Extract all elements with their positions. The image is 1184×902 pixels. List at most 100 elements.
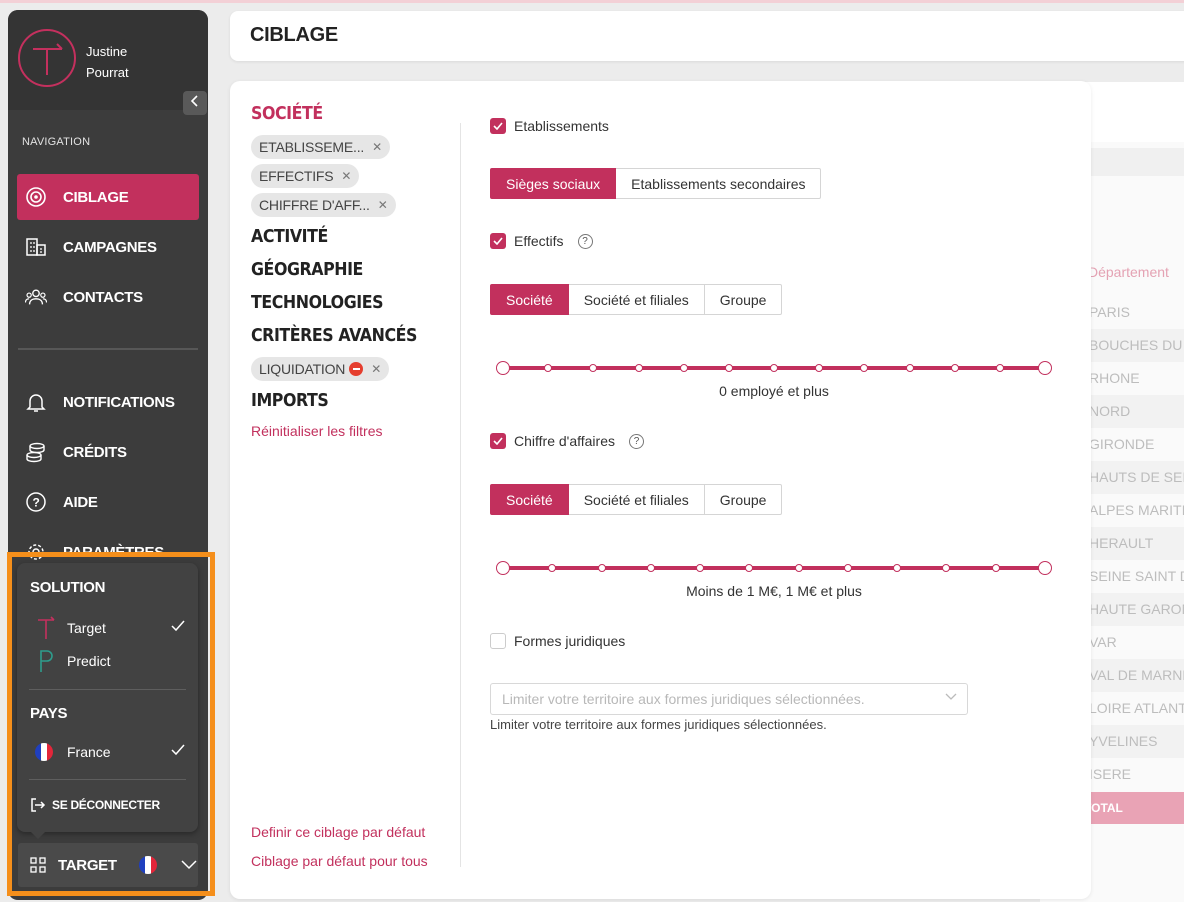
slider-max-handle[interactable] (1038, 361, 1052, 375)
slider-step-dot[interactable] (991, 564, 1000, 572)
user-first-name: Justine (86, 44, 128, 59)
nav-item-campagnes[interactable]: CAMPAGNES (17, 224, 199, 270)
segment-option-groupe[interactable]: Groupe (704, 284, 783, 315)
table-header-departement[interactable]: Département (1088, 264, 1169, 280)
nav-item-credits[interactable]: CRÉDITS (17, 429, 199, 475)
segment-option-societe[interactable]: Société (490, 484, 569, 515)
slider-step-dot[interactable] (597, 564, 606, 572)
slider-step-dot[interactable] (950, 364, 959, 372)
close-icon[interactable]: ✕ (378, 198, 388, 212)
help-icon[interactable]: ? (577, 233, 593, 249)
chip-label: ETABLISSEME... (259, 139, 365, 155)
slider-step-dot[interactable] (724, 364, 733, 372)
filter-section-activite[interactable]: ACTIVITÉ (251, 226, 328, 247)
country-option-france[interactable]: France (35, 740, 185, 764)
close-icon[interactable]: ✕ (341, 169, 351, 183)
effectifs-range-slider[interactable] (496, 360, 1052, 376)
table-row[interactable]: HERAULT (1080, 527, 1184, 560)
slider-step-dot[interactable] (634, 364, 643, 372)
formes-juridiques-checkbox-row[interactable]: Formes juridiques (490, 633, 625, 649)
checkbox-checked[interactable] (490, 233, 506, 249)
table-row[interactable]: BOUCHES DU R (1080, 329, 1184, 362)
filter-chip[interactable]: ETABLISSEME... ✕ (251, 135, 390, 159)
filter-section-societe[interactable]: SOCIÉTÉ (251, 103, 323, 124)
slider-step-dot[interactable] (843, 564, 852, 572)
filter-section-imports[interactable]: IMPORTS (251, 390, 329, 411)
default-for-all-link[interactable]: Ciblage par défaut pour tous (251, 853, 428, 869)
slider-step-dot[interactable] (942, 564, 951, 572)
table-row[interactable]: NORD (1080, 395, 1184, 428)
nav-item-aide[interactable]: ? AIDE (17, 479, 199, 525)
slider-step-dot[interactable] (794, 564, 803, 572)
help-icon[interactable]: ? (629, 433, 644, 449)
table-row[interactable]: ALPES MARITIM (1080, 494, 1184, 527)
slider-step-dot[interactable] (893, 564, 902, 572)
effectifs-checkbox-row[interactable]: Effectifs ? (490, 233, 593, 249)
slider-step-dot[interactable] (905, 364, 914, 372)
solution-option-predict[interactable]: Predict (35, 649, 185, 673)
checkbox-unchecked[interactable] (490, 633, 506, 649)
slider-step-dot[interactable] (995, 364, 1004, 372)
checkbox-checked[interactable] (490, 118, 506, 134)
formes-juridiques-select[interactable]: Limiter votre territoire aux formes juri… (490, 683, 968, 715)
avatar[interactable] (18, 29, 76, 87)
nav-item-contacts[interactable]: CONTACTS (17, 274, 199, 320)
close-icon[interactable]: ✕ (371, 362, 381, 376)
predict-logo-icon (35, 649, 57, 673)
segment-option-secondaires[interactable]: Etablissements secondaires (616, 168, 822, 199)
sidebar-collapse-button[interactable] (183, 91, 207, 115)
table-row[interactable]: HAUTS DE SEIN (1080, 461, 1184, 494)
slider-step-dot[interactable] (770, 364, 778, 372)
france-flag-icon (138, 856, 157, 874)
chiffre-affaires-range-slider[interactable] (496, 560, 1052, 576)
table-row[interactable]: RHONE (1080, 362, 1184, 395)
slider-step-dot[interactable] (860, 364, 869, 372)
slider-min-handle[interactable] (496, 561, 510, 575)
slider-step-dot[interactable] (745, 564, 754, 572)
help-icon: ? (25, 491, 47, 513)
filter-section-criteres-avances[interactable]: CRITÈRES AVANCÉS (251, 325, 417, 346)
slider-step-dot[interactable] (696, 564, 705, 572)
slider-step-dot[interactable] (815, 364, 824, 372)
filter-chip[interactable]: LIQUIDATION ✕ (251, 357, 390, 381)
nav-item-notifications[interactable]: NOTIFICATIONS (17, 379, 199, 425)
segment-option-groupe[interactable]: Groupe (704, 484, 783, 515)
slider-max-handle[interactable] (1038, 561, 1052, 575)
slider-step-dot[interactable] (646, 564, 655, 572)
filter-chip[interactable]: CHIFFRE D'AFF... ✕ (251, 193, 396, 217)
exclude-icon (349, 362, 364, 376)
solution-selector[interactable]: TARGET (18, 843, 198, 887)
filter-section-geographie[interactable]: GÉOGRAPHIE (251, 259, 363, 280)
table-row[interactable]: ISERE (1080, 758, 1184, 791)
table-row[interactable]: VAL DE MARNE (1080, 659, 1184, 692)
solution-option-target[interactable]: Target (35, 616, 185, 640)
reset-filters-link[interactable]: Réinitialiser les filtres (251, 423, 382, 439)
segment-option-societe[interactable]: Société (490, 284, 569, 315)
slider-min-handle[interactable] (496, 361, 510, 375)
chiffre-affaires-checkbox-row[interactable]: Chiffre d'affaires ? (490, 433, 644, 449)
slider-step-dot[interactable] (548, 564, 557, 572)
slider-track[interactable] (502, 566, 1046, 570)
nav-item-ciblage[interactable]: CIBLAGE (17, 174, 199, 220)
table-row[interactable]: HAUTE GARON (1080, 593, 1184, 626)
table-row[interactable]: VAR (1080, 626, 1184, 659)
segment-option-filiales[interactable]: Société et filiales (568, 484, 705, 515)
table-row[interactable]: SEINE SAINT DE (1080, 560, 1184, 593)
filter-chip[interactable]: EFFECTIFS ✕ (251, 164, 360, 188)
segment-option-filiales[interactable]: Société et filiales (568, 284, 705, 315)
table-row[interactable]: LOIRE ATLANTIQ (1080, 692, 1184, 725)
close-icon[interactable]: ✕ (372, 140, 382, 154)
logout-button[interactable]: SE DÉCONNECTER (30, 798, 160, 812)
slider-step-dot[interactable] (679, 364, 688, 372)
table-row[interactable]: PARIS (1080, 296, 1184, 329)
etablissements-checkbox-row[interactable]: Etablissements (490, 118, 609, 134)
checkbox-checked[interactable] (490, 433, 506, 449)
slider-step-dot[interactable] (544, 364, 553, 372)
table-row[interactable]: GIRONDE (1080, 428, 1184, 461)
segment-option-sieges[interactable]: Sièges sociaux (490, 168, 617, 199)
targeting-card: SOCIÉTÉ ETABLISSEME... ✕ EFFECTIFS ✕ CHIFF… (230, 81, 1091, 899)
slider-step-dot[interactable] (589, 364, 598, 372)
set-default-link[interactable]: Definir ce ciblage par défaut (251, 824, 425, 840)
filter-section-technologies[interactable]: TECHNOLOGIES (251, 292, 384, 313)
table-row[interactable]: YVELINES (1080, 725, 1184, 758)
